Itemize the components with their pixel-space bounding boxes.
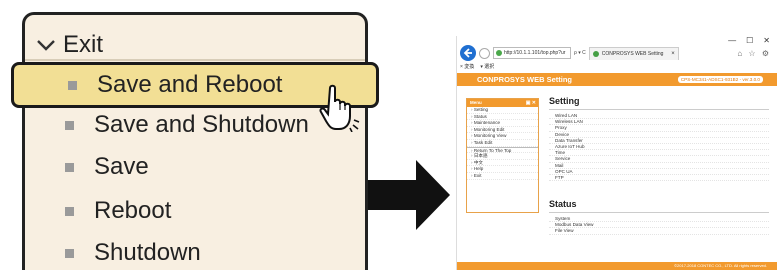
side-item-monitoring-edit[interactable]: Monitoring Edit: [467, 127, 538, 134]
footer-bar: ©2017-2018 CONTEC CO., LTD. All rights r…: [457, 262, 777, 270]
menu-item-label: Save and Shutdown: [94, 111, 309, 138]
menu-item-reboot[interactable]: Reboot: [25, 190, 365, 232]
side-item-chinese[interactable]: 中文: [467, 160, 538, 167]
status-list: System Modbus Data View File View: [549, 216, 769, 235]
favicon-icon: [592, 50, 599, 57]
side-menu: Menu ▣ ✕ Setting Status Maintenance Moni…: [466, 98, 539, 213]
menu-item-save[interactable]: Save: [25, 146, 365, 188]
side-menu-header: Menu ▣ ✕: [467, 99, 538, 107]
favorites-item[interactable]: × 変換: [460, 63, 474, 70]
side-item-maintenance[interactable]: Maintenance: [467, 120, 538, 127]
tab-close-icon[interactable]: ×: [671, 48, 675, 60]
search-refresh-icons[interactable]: ρ ▾ C: [574, 50, 586, 56]
side-item-exit[interactable]: Exit: [467, 173, 538, 180]
list-item[interactable]: File View: [549, 228, 769, 235]
bullet-icon: [65, 120, 74, 130]
side-menu-title: Menu: [470, 100, 482, 105]
menu-item-label: Save and Reboot: [97, 71, 283, 98]
globe-icon: [496, 50, 502, 56]
side-item-status[interactable]: Status: [467, 114, 538, 121]
address-bar: http://10.1.1.101/top.php?ur ρ ▾ C CONPR…: [457, 44, 777, 62]
bullet-icon: [68, 80, 77, 90]
main-content: Setting Wired LAN Wireless LAN Proxy Dev…: [549, 94, 769, 251]
url-input[interactable]: http://10.1.1.101/top.php?ur: [493, 47, 571, 59]
bullet-icon: [65, 206, 74, 216]
section-title-status: Status: [549, 197, 769, 214]
menu-item-shutdown[interactable]: Shutdown: [25, 232, 365, 270]
menu-item-label: Reboot: [94, 197, 172, 224]
side-item-japanese[interactable]: 日本語: [467, 153, 538, 160]
menu-item-label: Save: [94, 153, 149, 180]
list-item[interactable]: FTP: [549, 175, 769, 182]
arrow-left-icon: [463, 48, 472, 58]
side-item-task-edit[interactable]: Task Edit: [467, 140, 538, 147]
menu-item-save-and-shutdown[interactable]: Save and Shutdown: [25, 104, 365, 146]
side-item-monitoring-view[interactable]: Monitoring View: [467, 133, 538, 140]
side-item-setting[interactable]: Setting: [467, 107, 538, 114]
version-badge: CPS-MC341-ADSC1-931B2 - ver.3.0.0: [677, 76, 763, 83]
favorites-bar: × 変換 ▾ 選択: [460, 63, 494, 70]
favorites-item[interactable]: ▾ 選択: [480, 63, 494, 70]
bullet-icon: [65, 162, 74, 172]
app-title: CONPROSYS WEB Setting: [477, 75, 573, 84]
tab-title: CONPROSYS WEB Setting: [601, 50, 664, 57]
arrow-right-icon: [368, 160, 450, 230]
bullet-icon: [65, 248, 74, 258]
side-item-help[interactable]: Help: [467, 166, 538, 173]
menu-item-label: Shutdown: [94, 239, 201, 266]
url-text: http://10.1.1.101/top.php?ur: [504, 50, 566, 56]
browser-tab[interactable]: CONPROSYS WEB Setting ×: [588, 46, 679, 60]
app-header: CONPROSYS WEB Setting CPS-MC341-ADSC1-93…: [457, 73, 777, 86]
menu-window-icons[interactable]: ▣ ✕: [526, 99, 536, 107]
hand-cursor-icon: [319, 84, 360, 132]
forward-button[interactable]: [479, 47, 490, 59]
setting-list: Wired LAN Wireless LAN Proxy Device Data…: [549, 113, 769, 182]
exit-label: Exit: [63, 31, 104, 58]
browser-window: — ☐ ✕ http://10.1.1.101/top.php?ur ρ ▾ C…: [456, 36, 777, 270]
browser-toolbar-icons[interactable]: ⌂ ☆ ⚙: [737, 49, 771, 58]
section-title-setting: Setting: [549, 94, 769, 110]
chevron-down-icon: [37, 40, 55, 51]
back-button[interactable]: [460, 45, 476, 61]
zoomed-exit-menu: Exit Save and Reboot Save and Shutdown S…: [11, 12, 379, 270]
divider: [25, 59, 365, 61]
